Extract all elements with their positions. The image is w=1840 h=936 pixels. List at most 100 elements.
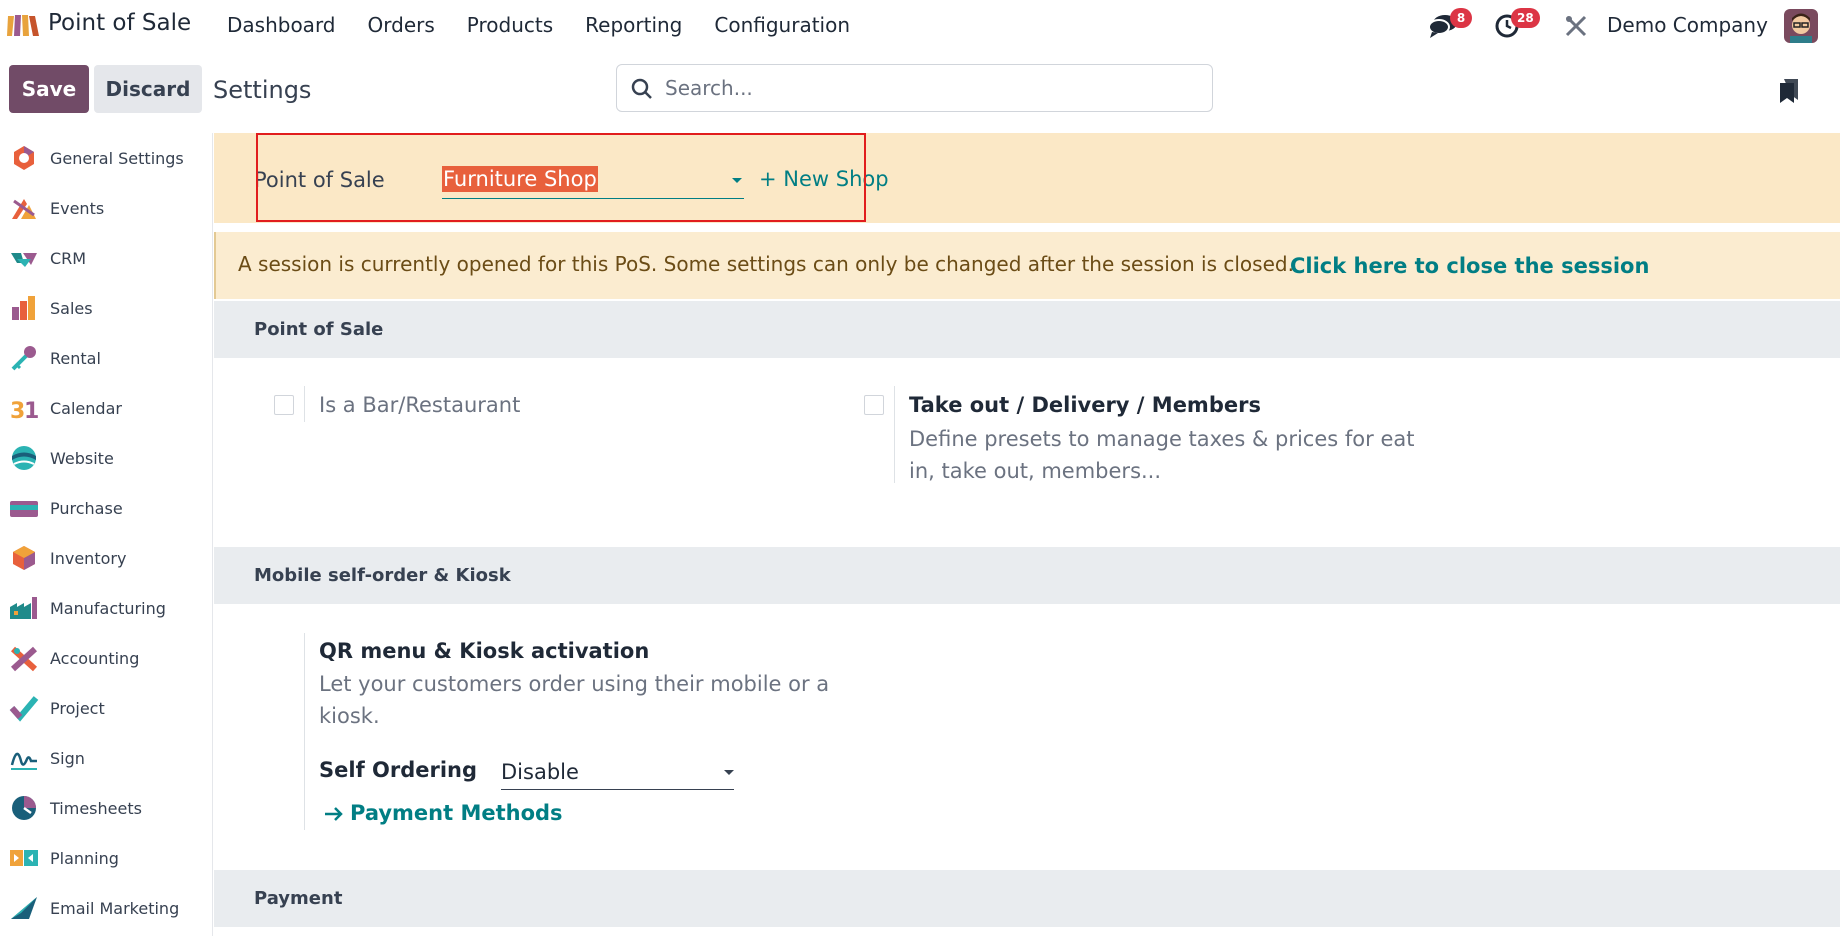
- sidebar-item-sign[interactable]: Sign: [0, 733, 213, 783]
- search-input[interactable]: [665, 73, 1195, 103]
- save-button[interactable]: Save: [9, 65, 89, 113]
- alert-message: A session is currently opened for this P…: [238, 252, 1294, 276]
- sidebar-item-label: Project: [50, 698, 105, 718]
- sidebar-item-label: Sales: [50, 298, 93, 318]
- qr-kiosk-description: Let your customers order using their mob…: [319, 672, 830, 728]
- sidebar-item-label: Manufacturing: [50, 598, 166, 618]
- section-title: Mobile self-order & Kiosk: [254, 565, 511, 586]
- sidebar-item-website[interactable]: Website: [0, 433, 213, 483]
- app-name[interactable]: Point of Sale: [48, 10, 191, 36]
- takeout-description: Define presets to manage taxes & prices …: [909, 427, 1415, 483]
- section-title: Payment: [254, 888, 343, 909]
- activities-badge: 28: [1511, 8, 1540, 28]
- sidebar-item-project[interactable]: Project: [0, 683, 213, 733]
- sidebar-item-label: Rental: [50, 348, 101, 368]
- sidebar-item-label: Email Marketing: [50, 898, 180, 918]
- sidebar-item-purchase[interactable]: Purchase: [0, 483, 213, 533]
- sidebar-item-timesheets[interactable]: Timesheets: [0, 783, 213, 833]
- calendar-icon: 3 1: [10, 399, 39, 423]
- events-icon: [12, 199, 36, 219]
- payment-methods-link[interactable]: Payment Methods: [324, 801, 563, 825]
- pos-app-icon[interactable]: [6, 12, 40, 38]
- close-session-link[interactable]: Click here to close the session: [1290, 254, 1649, 278]
- pos-shop-bar: Point of Sale Furniture Shop + New Shop: [214, 133, 1840, 223]
- arrow-right-icon: [325, 807, 343, 821]
- sidebar-item-planning[interactable]: Planning: [0, 833, 213, 883]
- sidebar-item-label: Sign: [50, 748, 85, 768]
- self-ordering-label: Self Ordering: [319, 758, 478, 782]
- general-settings-icon: [14, 146, 34, 170]
- search-icon: [631, 78, 652, 99]
- menu-orders[interactable]: Orders: [368, 13, 435, 37]
- qr-kiosk-title: QR menu & Kiosk activation: [319, 639, 650, 663]
- tools-icon[interactable]: [1564, 14, 1588, 38]
- sidebar-item-label: Timesheets: [50, 798, 142, 818]
- project-icon: [9, 696, 39, 722]
- sidebar-item-label: Purchase: [50, 498, 123, 518]
- divider: [304, 386, 305, 422]
- sidebar-item-label: General Settings: [50, 148, 184, 168]
- sidebar-item-label: Accounting: [50, 648, 140, 668]
- sidebar-item-events[interactable]: Events: [0, 183, 213, 233]
- sidebar-item-label: Planning: [50, 848, 119, 868]
- user-avatar[interactable]: [1784, 9, 1818, 43]
- menu-reporting[interactable]: Reporting: [585, 13, 682, 37]
- email-marketing-icon: [11, 897, 37, 919]
- top-navbar: Point of Sale Dashboard Orders Products …: [0, 0, 1840, 50]
- accounting-icon: [10, 646, 38, 672]
- self-ordering-value: Disable: [501, 760, 579, 784]
- main-menu: Dashboard Orders Products Reporting Conf…: [227, 13, 882, 37]
- divider: [304, 633, 305, 830]
- annotation-highlight-box: [256, 133, 866, 222]
- company-switcher[interactable]: Demo Company: [1607, 13, 1768, 37]
- bookmark-icon[interactable]: [1778, 78, 1800, 104]
- sidebar-item-manufacturing[interactable]: Manufacturing: [0, 583, 213, 633]
- purchase-icon: [10, 501, 38, 517]
- payment-methods-label: Payment Methods: [350, 801, 563, 825]
- divider: [894, 386, 895, 483]
- website-icon: [12, 446, 36, 470]
- sidebar-item-label: Events: [50, 198, 105, 218]
- discard-button[interactable]: Discard: [94, 65, 202, 113]
- section-title: Point of Sale: [254, 319, 384, 340]
- sidebar-item-label: CRM: [50, 248, 87, 268]
- chevron-down-icon: [724, 770, 734, 775]
- settings-sidebar: General Settings Events CRM Sales Rental…: [0, 133, 213, 936]
- planning-icon: [10, 850, 38, 866]
- rental-icon: [11, 346, 36, 371]
- messages-badge: 8: [1450, 8, 1472, 28]
- page-title: Settings: [213, 76, 312, 104]
- sidebar-item-inventory[interactable]: Inventory: [0, 533, 213, 583]
- search-box[interactable]: [616, 64, 1213, 112]
- sidebar-item-crm[interactable]: CRM: [0, 233, 213, 283]
- svg-text:1: 1: [24, 399, 39, 423]
- menu-dashboard[interactable]: Dashboard: [227, 13, 336, 37]
- sidebar-item-rental[interactable]: Rental: [0, 333, 213, 383]
- sidebar-item-sales[interactable]: Sales: [0, 283, 213, 333]
- sales-icon: [12, 296, 35, 320]
- sidebar-item-label: Inventory: [50, 548, 127, 568]
- section-header-payment: Payment: [214, 870, 1840, 927]
- inventory-icon: [13, 546, 35, 570]
- bar-restaurant-label: Is a Bar/Restaurant: [319, 393, 521, 417]
- menu-products[interactable]: Products: [467, 13, 553, 37]
- section-header-point-of-sale: Point of Sale: [214, 301, 1840, 358]
- settings-main: Point of Sale Furniture Shop + New Shop …: [214, 133, 1840, 936]
- sidebar-item-general-settings[interactable]: General Settings: [0, 133, 213, 183]
- session-open-alert: A session is currently opened for this P…: [214, 232, 1840, 299]
- sidebar-item-accounting[interactable]: Accounting: [0, 633, 213, 683]
- manufacturing-icon: [10, 597, 37, 619]
- bar-restaurant-checkbox[interactable]: [274, 395, 294, 415]
- sidebar-item-email-marketing[interactable]: Email Marketing: [0, 883, 213, 933]
- section-header-mobile-kiosk: Mobile self-order & Kiosk: [214, 547, 1840, 604]
- sidebar-item-label: Website: [50, 448, 114, 468]
- crm-icon: [11, 253, 37, 267]
- takeout-title: Take out / Delivery / Members: [909, 393, 1261, 417]
- self-ordering-select[interactable]: Disable: [501, 756, 734, 790]
- takeout-checkbox[interactable]: [864, 395, 884, 415]
- menu-configuration[interactable]: Configuration: [714, 13, 850, 37]
- timesheets-icon: [12, 796, 36, 820]
- sidebar-item-label: Calendar: [50, 398, 122, 418]
- sidebar-item-calendar[interactable]: 3 1 Calendar: [0, 383, 213, 433]
- sign-icon: [10, 752, 37, 770]
